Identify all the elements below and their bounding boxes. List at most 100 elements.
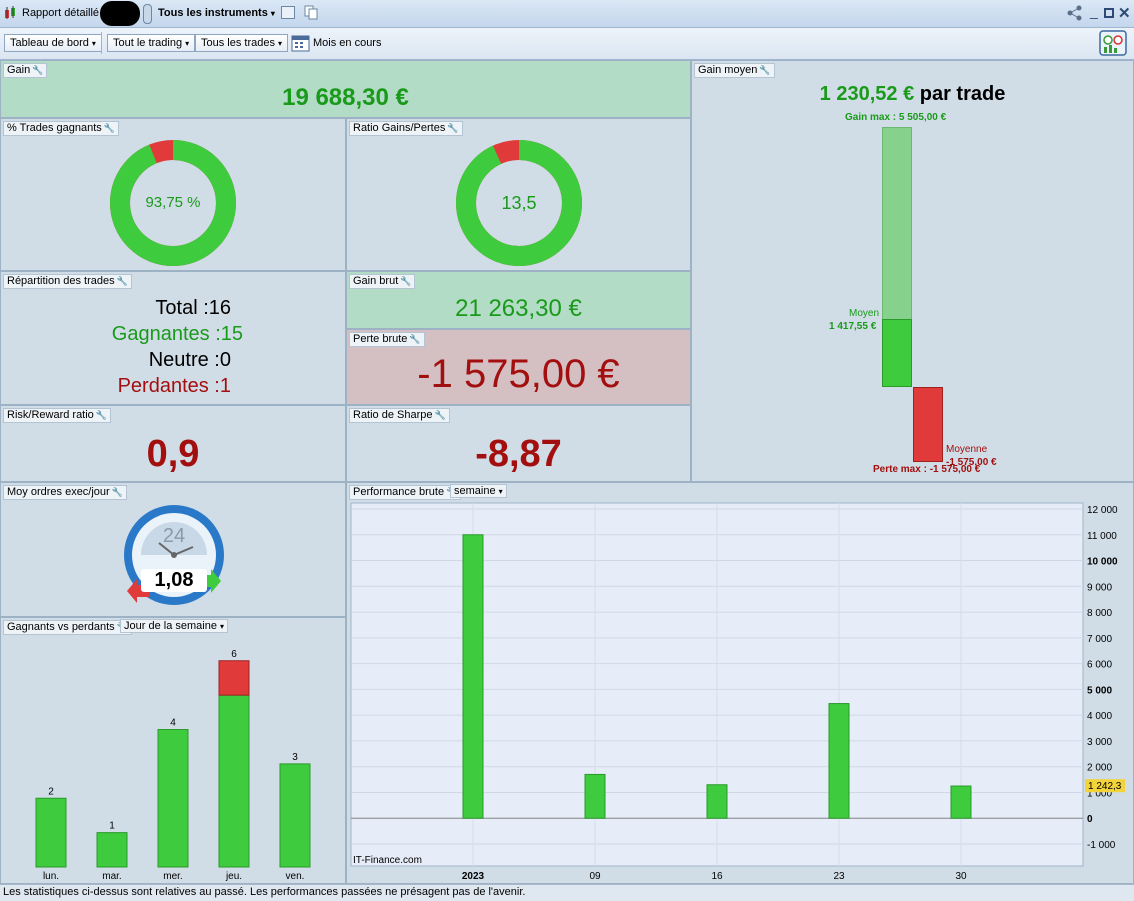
performance-panel: Performance brute🔧 semaine▾ 12 000 11 000… (346, 482, 1134, 884)
panel-title[interactable]: Gain brut 🔧 (349, 274, 416, 289)
weekday-panel: Gagnants vs perdants🔧 Jour de la semaine… (0, 617, 346, 884)
performance-selector[interactable]: semaine ▾ (450, 484, 507, 498)
clock-icon (124, 505, 224, 605)
toolbar: Tableau de bord ▾ Tout le trading ▾ Tous l… (0, 28, 1134, 60)
gain-range-bar (882, 127, 912, 320)
mail-icon[interactable] (281, 6, 295, 19)
panel-title[interactable]: Gain 🔧 (3, 63, 48, 78)
wrench-icon[interactable]: 🔧 (759, 65, 770, 75)
wrench-icon[interactable]: 🔧 (409, 334, 420, 344)
panel-title[interactable]: Perte brute 🔧 (349, 332, 425, 347)
weekday-selector[interactable]: Jour de la semaine ▾ (120, 619, 228, 633)
current-value-label: 1 242,3 (1088, 781, 1122, 792)
x-tick-label: 30 (955, 871, 967, 882)
trading-dropdown[interactable]: Tout le trading ▾ (107, 34, 196, 52)
wrench-icon[interactable]: 🔧 (104, 123, 115, 133)
win-bar (218, 694, 250, 868)
performance-bar (950, 785, 972, 819)
wrench-icon[interactable]: 🔧 (112, 487, 123, 497)
wrench-icon[interactable]: 🔧 (117, 276, 128, 286)
avg-loss-bar (913, 387, 943, 462)
category-label: jeu. (225, 871, 242, 882)
dashboard-dropdown[interactable]: Tableau de bord ▾ (4, 34, 102, 52)
avg-label: Moyen (849, 308, 880, 319)
y-tick-label: 2 000 (1087, 763, 1112, 774)
period-label[interactable]: Mois en cours (313, 37, 381, 49)
win-bar (157, 729, 189, 868)
calendar-icon[interactable] (291, 33, 311, 56)
avg-value: 1 417,55 € (829, 321, 877, 332)
y-tick-label: 9 000 (1087, 582, 1112, 593)
avg-gain-line: 1 230,52 € par trade (692, 83, 1133, 106)
avg-gain-suffix: par trade (919, 83, 1006, 105)
copy-icon[interactable] (304, 5, 318, 23)
wrench-icon[interactable]: 🔧 (447, 123, 458, 133)
avg-loss-label: Moyenne (946, 444, 988, 455)
bar-total-label: 3 (292, 752, 298, 763)
panel-title[interactable]: Moy ordres exec/jour 🔧 (3, 485, 127, 500)
wrench-icon[interactable]: 🔧 (435, 410, 446, 420)
wrench-icon[interactable]: 🔧 (96, 410, 107, 420)
gain-value: 19 688,30 € (282, 84, 409, 111)
close-icon[interactable]: ✕ (1118, 4, 1131, 22)
watermark: IT-Finance.com (353, 855, 422, 866)
disclaimer-footer: Les statistiques ci-dessus sont relative… (0, 884, 1134, 901)
link-icon[interactable] (143, 4, 152, 24)
performance-bar (462, 534, 484, 819)
toolbar-separator (101, 32, 102, 54)
panel-title[interactable]: Répartition des trades 🔧 (3, 274, 132, 289)
distribution-losses: Perdantes :1 (117, 375, 231, 397)
avg-gain-value: 1 230,52 € (819, 83, 915, 105)
title-bar: Rapport détaillé Tous les instruments ▾ _… (0, 0, 1134, 28)
ratio-panel: Ratio Gains/Pertes 🔧 13,5 (346, 118, 691, 271)
risk-reward-panel: Risk/Reward ratio 🔧 0,9 (0, 405, 346, 482)
panel-title[interactable]: Gain moyen 🔧 (694, 63, 775, 78)
y-tick-label: 7 000 (1087, 634, 1112, 645)
panel-title[interactable]: Gagnants vs perdants🔧 (3, 620, 132, 635)
app-candles-icon (3, 6, 17, 23)
avg-gain-panel: Gain moyen 🔧 1 230,52 € par trade Gain ma… (691, 60, 1134, 482)
bar-total-label: 4 (170, 718, 176, 729)
y-tick-label: 10 000 (1087, 557, 1118, 568)
share-icon[interactable] (1066, 5, 1084, 24)
bar-total-label: 2 (48, 786, 54, 797)
y-tick-label: 5 000 (1087, 685, 1112, 696)
category-label: mar. (102, 871, 121, 882)
category-label: ven. (286, 871, 305, 882)
panel-title[interactable]: Performance brute🔧 (349, 485, 462, 500)
performance-bar (828, 703, 850, 819)
weekday-chart: 2 lun. 1 mar. 4 mer. 6 jeu. 3 ven. (35, 649, 311, 882)
gross-loss-panel: Perte brute 🔧 -1 575,00 € (346, 329, 691, 405)
gain-panel: Gain 🔧 19 688,30 € (0, 60, 691, 118)
performance-bar (584, 773, 606, 819)
win-bar (96, 832, 128, 868)
y-tick-label: 6 000 (1087, 660, 1112, 671)
instruments-dropdown[interactable]: Tous les instruments ▾ (158, 7, 275, 19)
wrench-icon[interactable]: 🔧 (32, 65, 43, 75)
maximize-icon[interactable] (1104, 8, 1114, 18)
minimize-icon[interactable]: _ (1090, 3, 1098, 19)
dashboard-settings-icon[interactable] (1099, 29, 1129, 62)
win-pct-value: 93,75 % (145, 194, 201, 211)
win-pct-panel: % Trades gagnants 🔧 93,75 % (0, 118, 346, 271)
report-title: Rapport détaillé (22, 7, 100, 19)
distribution-neutral: Neutre :0 (148, 349, 231, 371)
panel-title[interactable]: Risk/Reward ratio 🔧 (3, 408, 112, 423)
x-tick-label: 09 (589, 871, 601, 882)
win-bar (35, 797, 67, 868)
y-tick-label: 8 000 (1087, 608, 1112, 619)
trades-dropdown[interactable]: Tous les trades ▾ (195, 34, 288, 52)
ratio-value: 13,5 (501, 193, 537, 213)
distribution-panel: Répartition des trades 🔧 Total :16 Gagnan… (0, 271, 346, 405)
wrench-icon[interactable]: 🔧 (400, 276, 411, 286)
y-tick-label: 3 000 (1087, 737, 1112, 748)
bar-total-label: 6 (231, 649, 237, 660)
distribution-wins: Gagnantes :15 (111, 323, 243, 345)
y-tick-label: -1 000 (1087, 840, 1116, 851)
panel-title[interactable]: % Trades gagnants 🔧 (3, 121, 120, 136)
x-tick-label: 2023 (462, 871, 485, 882)
gross-gain-value: 21 263,30 € (455, 295, 582, 322)
panel-title[interactable]: Ratio de Sharpe 🔧 (349, 408, 450, 423)
x-tick-label: 23 (833, 871, 845, 882)
panel-title[interactable]: Ratio Gains/Pertes 🔧 (349, 121, 463, 136)
